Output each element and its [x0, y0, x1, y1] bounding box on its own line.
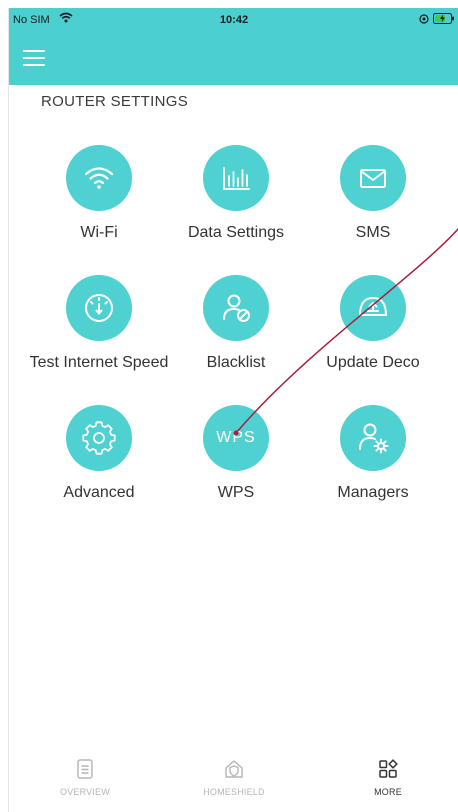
- section-title: ROUTER SETTINGS: [41, 93, 189, 110]
- bottom-tab-bar: OVERVIEW HOMESHIELD MORE: [9, 750, 458, 812]
- gear-icon: [66, 405, 132, 471]
- blocked-user-icon: [203, 275, 269, 341]
- tile-label: SMS: [355, 224, 391, 241]
- tile-label: Advanced: [63, 484, 135, 501]
- bar-chart-icon: [203, 145, 269, 211]
- tab-more[interactable]: MORE: [328, 758, 448, 797]
- wps-icon-text: WPS: [216, 429, 256, 446]
- tile-label: Wi-Fi: [80, 224, 118, 241]
- home-shield-icon: [223, 760, 245, 784]
- tile-label: Test Internet Speed: [29, 354, 169, 371]
- tile-label: Managers: [337, 484, 409, 501]
- status-bar: No SIM 10:42: [9, 8, 458, 32]
- document-icon: [74, 759, 96, 784]
- tile-sms[interactable]: SMS: [303, 145, 443, 243]
- speedometer-icon: [66, 275, 132, 341]
- status-time: 10:42: [219, 14, 249, 26]
- tile-test-internet-speed[interactable]: Test Internet Speed: [29, 275, 169, 373]
- tile-update-deco[interactable]: Update Deco: [303, 275, 443, 373]
- tab-label: HOMESHIELD: [203, 787, 265, 797]
- tab-label: OVERVIEW: [60, 787, 110, 797]
- app-header: No SIM 10:42: [9, 8, 458, 85]
- status-right: [419, 13, 455, 27]
- tile-data-settings[interactable]: Data Settings: [166, 145, 306, 243]
- tile-label: WPS: [217, 484, 255, 501]
- hamburger-menu-button[interactable]: [23, 50, 45, 66]
- envelope-icon: [340, 145, 406, 211]
- update-device-icon: [340, 275, 406, 341]
- tab-label: MORE: [374, 787, 402, 797]
- app-screen: No SIM 10:42 ROUTER SETTINGS Wi-Fi Data …: [8, 8, 458, 812]
- manager-user-icon: [340, 405, 406, 471]
- tile-label: Data Settings: [187, 224, 285, 241]
- tile-blacklist[interactable]: Blacklist: [166, 275, 306, 373]
- tab-overview[interactable]: OVERVIEW: [25, 758, 145, 797]
- battery-charging-icon: [433, 13, 455, 27]
- orientation-lock-icon: [419, 13, 429, 27]
- tab-homeshield[interactable]: HOMESHIELD: [174, 758, 294, 797]
- tile-managers[interactable]: Managers: [303, 405, 443, 503]
- tile-advanced[interactable]: Advanced: [29, 405, 169, 503]
- more-grid-icon: [377, 759, 399, 784]
- wifi-icon: [66, 145, 132, 211]
- wps-icon: WPS: [203, 405, 269, 471]
- tile-label: Blacklist: [206, 354, 266, 371]
- tile-label: Update Deco: [326, 354, 420, 371]
- tile-wps[interactable]: WPS WPS: [166, 405, 306, 503]
- tile-wifi[interactable]: Wi-Fi: [29, 145, 169, 243]
